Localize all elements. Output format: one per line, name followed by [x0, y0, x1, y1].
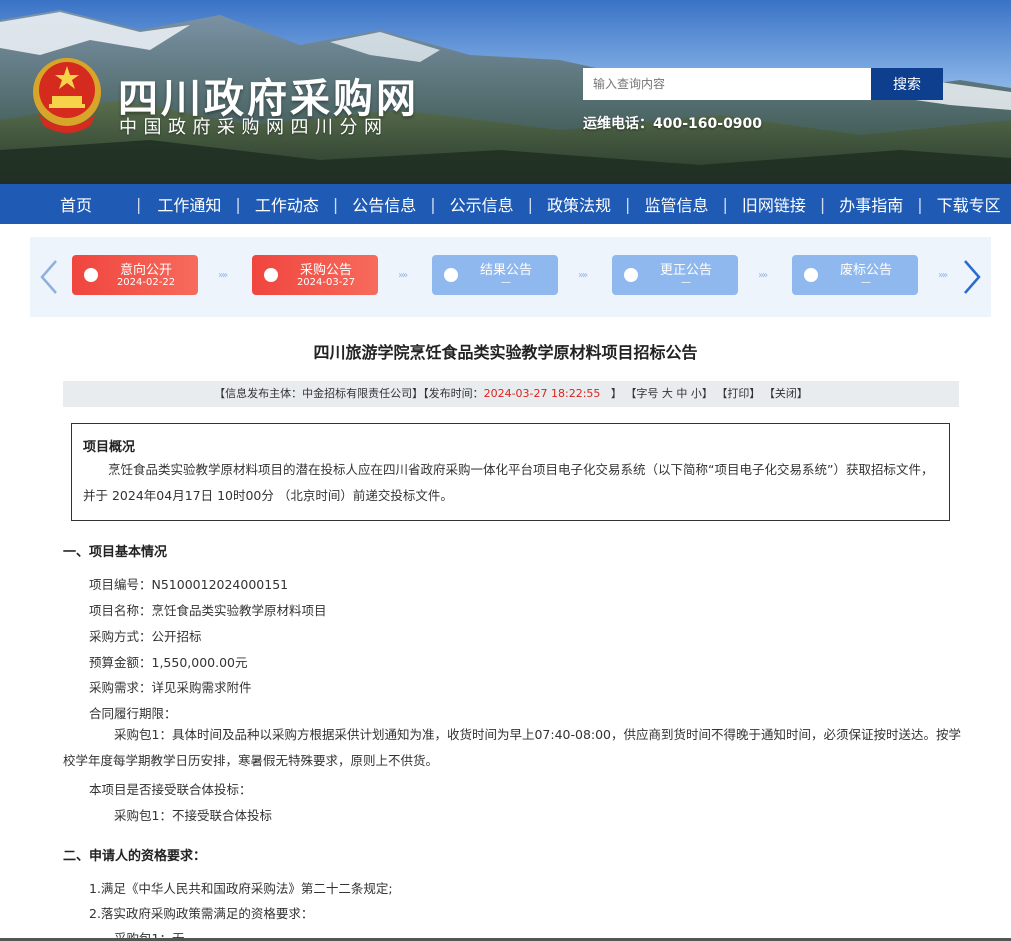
nav-item-publicity[interactable]: 公示信息: [450, 192, 514, 216]
step-date: 2024-02-22: [116, 277, 176, 288]
procurement-requirement: 采购需求：详见采购需求附件: [89, 680, 252, 695]
announcement-progress: 意向公开 2024-02-22 »» 采购公告 2024-03-27 »» 结果…: [30, 237, 991, 317]
nav-item-guide[interactable]: 办事指南: [839, 192, 903, 216]
search-input[interactable]: [583, 68, 871, 100]
step-procurement[interactable]: 采购公告 2024-03-27: [252, 255, 378, 295]
step-label: 意向公开: [119, 263, 172, 278]
project-name: 项目名称：烹饪食品类实验教学原材料项目: [89, 603, 327, 618]
nav-item-old-site[interactable]: 旧网链接: [742, 192, 806, 216]
double-chevron-icon: »»: [218, 270, 228, 281]
nav-separator: |: [235, 194, 241, 214]
publisher-info: 【信息发布主体：中金招标有限责任公司】【发布时间：: [214, 387, 484, 400]
nav-separator: |: [136, 194, 142, 214]
qualification-item-2: 2.落实政府采购政策需满足的资格要求：: [89, 906, 314, 921]
nav-separator: |: [625, 194, 631, 214]
nav-separator: |: [819, 194, 826, 214]
font-size-medium-link[interactable]: 中: [676, 387, 687, 400]
nav-separator: |: [722, 194, 728, 214]
step-label: 废标公告: [839, 263, 892, 278]
step-intent[interactable]: 意向公开 2024-02-22: [72, 255, 198, 295]
nav-item-home[interactable]: 首页: [60, 192, 92, 216]
budget-amount: 预算金额：1,550,000.00元: [89, 655, 248, 670]
double-chevron-icon: »»: [578, 270, 588, 281]
procurement-method: 采购方式：公开招标: [89, 629, 202, 644]
article-title: 四川旅游学院烹饪食品类实验教学原材料项目招标公告: [313, 343, 698, 362]
header-banner: 四川政府采购网 中国政府采购网四川分网 搜索 运维电话：400-160-0900: [0, 0, 1011, 184]
project-overview-box: 项目概况 烹饪食品类实验教学原材料项目的潜在投标人应在四川省政府采购一体化平台项…: [71, 423, 950, 521]
step-correction[interactable]: 更正公告 —: [612, 255, 738, 295]
overview-text: 烹饪食品类实验教学原材料项目的潜在投标人应在四川省政府采购一体化平台项目电子化交…: [83, 462, 934, 503]
step-label: 采购公告: [299, 263, 352, 278]
print-link[interactable]: 【打印】: [716, 387, 760, 400]
publish-time: 2024-03-27 18:22:55: [483, 387, 601, 400]
font-size-end: 】: [701, 387, 713, 400]
double-chevron-icon: »»: [758, 270, 768, 281]
nav-item-downloads[interactable]: 下载专区: [937, 192, 1001, 216]
nav-item-work-notice[interactable]: 工作通知: [157, 192, 221, 216]
article-meta-bar: 【信息发布主体：中金招标有限责任公司】【发布时间：2024-03-27 18:2…: [63, 381, 959, 407]
main-nav: 首页 | 工作通知 | 工作动态 | 公告信息 | 公示信息 | 政策法规 | …: [0, 184, 1011, 224]
step-result[interactable]: 结果公告 —: [432, 255, 558, 295]
package1-consortium: 采购包1：不接受联合体投标: [114, 808, 272, 823]
consortium-label: 本项目是否接受联合体投标：: [89, 782, 252, 797]
hotline-text: 运维电话：400-160-0900: [583, 116, 763, 132]
contract-period-label: 合同履行期限：: [89, 706, 177, 721]
site-subtitle: 中国政府采购网四川分网: [119, 117, 389, 138]
close-link[interactable]: 【关闭】: [764, 387, 808, 400]
chevron-right-icon[interactable]: [959, 259, 983, 295]
step-date: —: [861, 277, 871, 288]
nav-separator: |: [332, 194, 339, 214]
step-date: 2024-03-27: [296, 277, 356, 288]
nav-item-policies[interactable]: 政策法规: [547, 192, 611, 216]
publish-suffix: 】: [610, 387, 622, 400]
chevron-left-icon[interactable]: [38, 259, 62, 295]
nav-separator: |: [527, 194, 534, 214]
nav-item-announcements[interactable]: 公告信息: [352, 192, 416, 216]
double-chevron-icon: »»: [938, 270, 948, 281]
section-heading-basic-info: 一、项目基本情况: [63, 545, 168, 560]
step-label: 更正公告: [659, 263, 712, 278]
overview-heading: 项目概况: [83, 440, 136, 455]
national-emblem-icon: [33, 58, 101, 133]
nav-separator: |: [430, 194, 436, 214]
font-size-label: 【字号: [625, 387, 659, 400]
nav-separator: |: [917, 194, 923, 214]
nav-item-work-news[interactable]: 工作动态: [255, 192, 319, 216]
nav-item-supervision[interactable]: 监管信息: [644, 192, 708, 216]
package1-period: 采购包1：具体时间及品种以采购方根据采供计划通知为准，收货时间为早上07:40-…: [63, 727, 962, 768]
step-date: —: [501, 277, 511, 288]
font-size-small-link[interactable]: 小: [691, 387, 702, 400]
step-void[interactable]: 废标公告 —: [792, 255, 918, 295]
double-chevron-icon: »»: [398, 270, 408, 281]
step-date: —: [681, 277, 691, 288]
project-number: 项目编号：N5100012024000151: [89, 577, 289, 592]
step-label: 结果公告: [479, 263, 532, 278]
search-button[interactable]: 搜索: [871, 68, 943, 100]
section-heading-qualification: 二、申请人的资格要求：: [63, 849, 207, 864]
qualification-item-1: 1.满足《中华人民共和国政府采购法》第二十二条规定;: [89, 881, 393, 896]
font-size-large-link[interactable]: 大: [662, 387, 673, 400]
